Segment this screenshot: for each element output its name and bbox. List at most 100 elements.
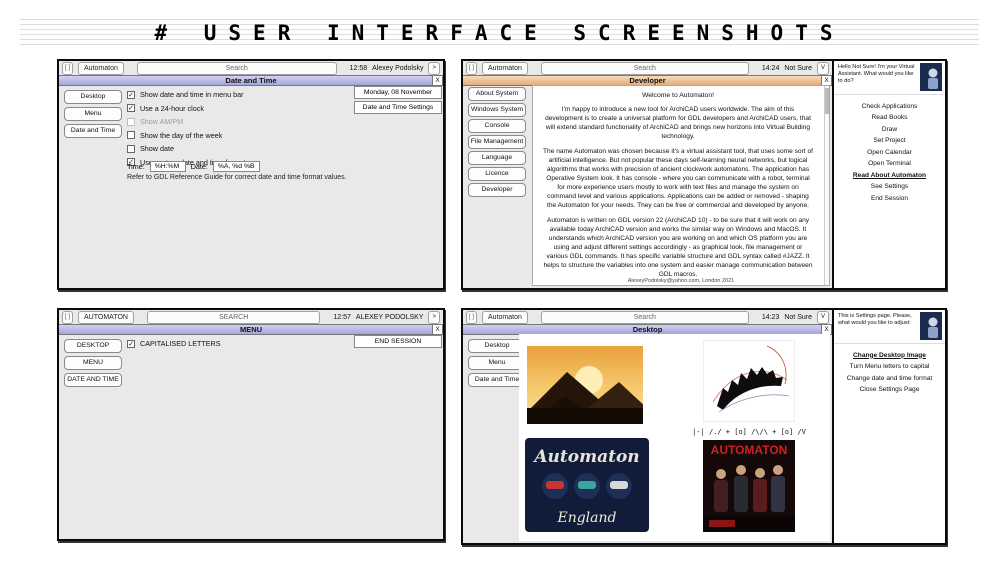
assistant-avatar [920,61,945,94]
chevron-down-icon[interactable]: V [816,310,829,324]
assistant-option-open-calendar[interactable]: Open Calendar [836,149,943,157]
sidebar-item-menu[interactable]: Menu [468,356,526,370]
app-name[interactable]: Automaton [482,61,528,75]
svg-text:AUTOMATON: AUTOMATON [711,443,788,457]
assistant-option-read-about-automaton[interactable]: Read About Automaton [836,172,943,180]
user-name[interactable]: ALEXEY PODOLSKY [356,314,424,321]
option-show-date[interactable]: Show date [127,144,246,153]
sidebar-item-language[interactable]: Language [468,151,526,165]
pyramids-image[interactable] [527,346,643,424]
assistant-options: Change Desktop Image Turn Menu letters t… [834,344,945,394]
assistant-option-read-books[interactable]: Read Books [836,114,943,122]
titlebar: [ ] Automaton Search 14:24 Not Sure V [463,61,832,75]
assistant-option-close-settings[interactable]: Close Settings Page [836,386,943,394]
option-24-hour-clock[interactable]: ✓ Use a 24-hour clock [127,104,246,113]
sidebar-item-windows-system[interactable]: Windows System [468,103,526,117]
settings-sidebar: Desktop Menu Date and Time [468,339,526,387]
search-input[interactable]: Search [136,61,337,75]
checkbox [127,117,135,126]
window-menu-icon[interactable]: [ ] [466,61,478,75]
sidebar-item-menu[interactable]: Menu [64,107,122,121]
sidebar-item-about-system[interactable]: About System [468,87,526,101]
sidebar-item-desktop[interactable]: Desktop [468,339,526,353]
assistant-option-end-session[interactable]: End Session [836,195,943,203]
sidebar-item-console[interactable]: Console [468,119,526,133]
search-input[interactable]: SEARCH [146,310,321,324]
sidebar-item-developer[interactable]: Developer [468,183,526,197]
assistant-option-change-desktop-image[interactable]: Change Desktop Image [836,352,943,360]
automaton-england-logo-image[interactable]: Automaton England [525,438,649,532]
sidebar-item-desktop[interactable]: Desktop [64,90,122,104]
sidebar-item-desktop[interactable]: DESKTOP [64,339,122,353]
user-name[interactable]: Alexey Podolsky [372,65,423,72]
automaton-poster-image[interactable]: AUTOMATON [703,440,795,532]
checkbox[interactable]: ✓ [127,339,135,348]
option-show-am-pm: Show AM/PM [127,117,246,126]
window-date-and-time: [ ] Automaton Search 12:58 Alexey Podols… [57,59,445,290]
scrollbar-thumb[interactable] [825,88,829,114]
robot-sketch-image[interactable] [703,340,795,422]
assistant-panel: Hello Not Sure! I'm your Virtual Assista… [832,61,945,288]
svg-text:England: England [556,510,616,526]
titlebar: [ ] AUTOMATON SEARCH 12:57 ALEXEY PODOLS… [59,310,443,324]
sidebar-item-licence[interactable]: Licence [468,167,526,181]
sidebar-item-menu[interactable]: MENU [64,356,122,370]
search-input[interactable]: Search [540,61,749,75]
assistant-option-draw[interactable]: Draw [836,126,943,134]
document-paragraph: I'm happy to introduce a new tool for Ar… [545,106,811,140]
clock-text: 12:57 [333,313,351,321]
assistant-panel: This is Settings page. Please, what woul… [832,310,945,543]
chevron-down-icon[interactable]: V [816,61,829,75]
assistant-option-change-datetime-format[interactable]: Change date and time format [836,375,943,383]
option-show-day-of-week[interactable]: Show the day of the week [127,131,246,140]
sidebar-item-date-and-time[interactable]: Date and Time [468,373,526,387]
document-paragraph: The name Automaton was chosen because it… [543,148,813,209]
checkbox[interactable]: ✓ [127,90,135,99]
clock-text: 14:23 [761,313,780,321]
ascii-caption: |-| /./ + [o] /\/\ + [o] /V [692,428,806,436]
assistant-option-check-applications[interactable]: Check Applications [836,103,943,111]
option-label: Show the day of the week [140,130,223,140]
sidebar-item-file-management[interactable]: File Management [468,135,526,149]
close-icon[interactable]: X [432,324,443,335]
datetime-settings-button[interactable]: Date and Time Settings [354,101,442,114]
user-name[interactable]: Not Sure [784,65,812,72]
header-actions: Monday, 08 November Date and Time Settin… [354,86,442,114]
clock-text: 14:24 [761,64,780,72]
sidebar-item-date-and-time[interactable]: DATE AND TIME [64,373,122,387]
titlebar: [ ] Automaton Search 14:23 Not Sure V [463,310,832,324]
end-session-button[interactable]: END SESSION [354,335,442,348]
checkbox[interactable] [127,144,135,153]
settings-sidebar: Desktop Menu Date and Time [64,90,122,138]
chevron-right-icon[interactable]: > [428,310,440,324]
app-name[interactable]: Automaton [482,310,528,324]
sidebar-item-date-and-time[interactable]: Date and Time [64,124,122,138]
search-input[interactable]: Search [540,310,749,324]
window-menu-icon[interactable]: [ ] [62,310,74,324]
date-format-input[interactable]: %A, %d %B [212,161,260,172]
document-paragraph: GDL language was chosen not by accident.… [543,285,813,286]
option-capitalised-letters[interactable]: ✓ CAPITALISED LETTERS [127,339,221,348]
user-name[interactable]: Not Sure [784,314,812,321]
app-name[interactable]: Automaton [78,61,124,75]
window-menu-icon[interactable]: [ ] [62,61,74,75]
assistant-option-open-terminal[interactable]: Open Terminal [836,160,943,168]
app-name[interactable]: AUTOMATON [78,310,134,324]
current-date-button[interactable]: Monday, 08 November [354,86,442,99]
option-label: Show date [140,144,174,154]
assistant-option-see-settings[interactable]: See Settings [836,183,943,191]
checkbox[interactable]: ✓ [127,104,135,113]
option-show-datetime-in-menubar[interactable]: ✓ Show date and time in menu bar [127,90,246,99]
checkbox[interactable] [127,131,135,140]
scrollbar[interactable] [824,86,829,285]
assistant-option-turn-menu-capital[interactable]: Turn Menu letters to capital [836,363,943,371]
clock-text: 12:58 [349,64,368,72]
document-area: Welcome to Automaton! I'm happy to intro… [532,85,830,286]
chevron-right-icon[interactable]: > [428,61,440,75]
time-format-input[interactable]: %H:%M [149,161,186,172]
page-header-title: MENU [239,325,263,334]
close-icon[interactable]: X [432,75,443,86]
window-menu: [ ] AUTOMATON SEARCH 12:57 ALEXEY PODOLS… [57,308,445,541]
window-menu-icon[interactable]: [ ] [466,310,478,324]
assistant-option-set-project[interactable]: Set Project [836,137,943,145]
